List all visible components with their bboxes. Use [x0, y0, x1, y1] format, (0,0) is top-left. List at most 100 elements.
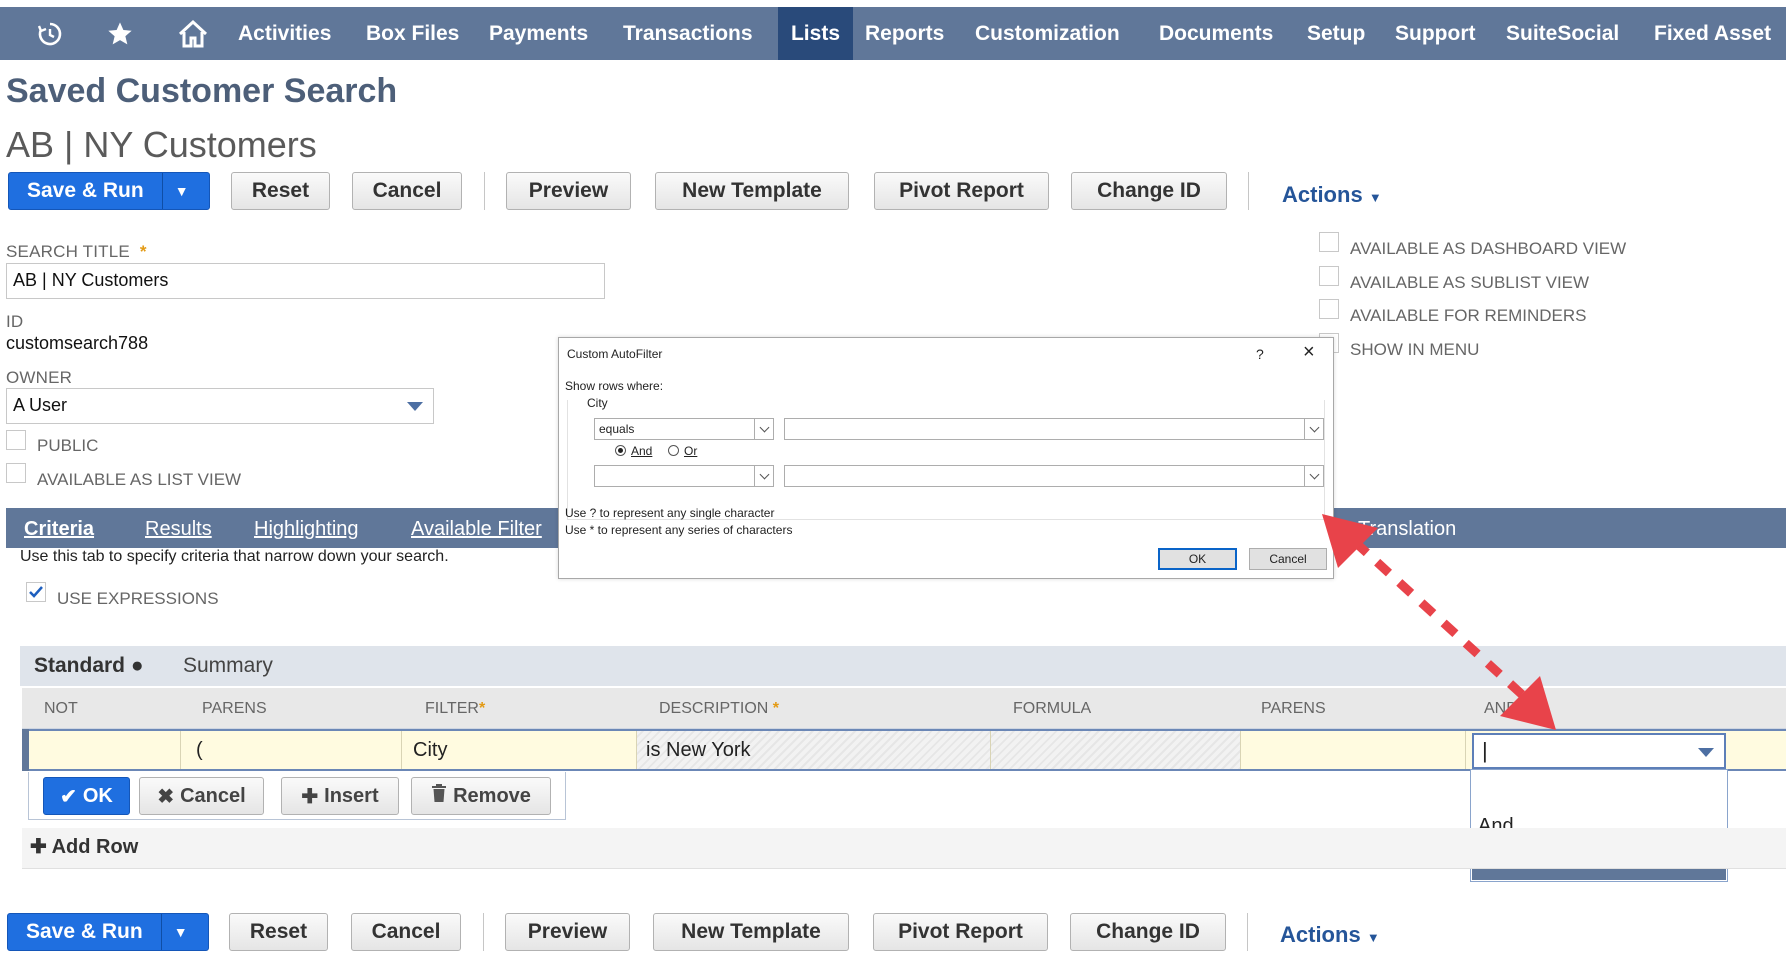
col-filter-label: FILTER	[425, 700, 479, 717]
row-remove-button[interactable]: Remove	[411, 777, 551, 815]
cell-description[interactable]: is New York	[646, 729, 751, 771]
reset-button-bottom[interactable]: Reset	[229, 913, 328, 951]
search-title-label: SEARCH TITLE *	[6, 242, 147, 262]
dashboard-view-label: AVAILABLE AS DASHBOARD VIEW	[1350, 239, 1627, 258]
public-label: PUBLIC	[37, 436, 99, 455]
row-remove-label: Remove	[453, 784, 531, 807]
subtab-standard[interactable]: Standard ●	[34, 646, 144, 686]
add-row-button[interactable]: ✚ Add Row	[30, 834, 138, 859]
search-title-input[interactable]: AB | NY Customers	[6, 263, 605, 299]
pivot-report-button[interactable]: Pivot Report	[874, 172, 1049, 210]
preview-button[interactable]: Preview	[506, 172, 631, 210]
sublist-view-checkbox[interactable]	[1319, 266, 1339, 286]
subtab-summary[interactable]: Summary	[183, 646, 273, 686]
or-radio[interactable]	[668, 445, 679, 456]
cancel-button-bottom[interactable]: Cancel	[351, 913, 461, 951]
dashboard-view-checkbox[interactable]	[1319, 232, 1339, 252]
show-rows-label: Show rows where:	[565, 379, 664, 393]
reminders-label: AVAILABLE FOR REMINDERS	[1350, 306, 1587, 325]
nav-reports[interactable]: Reports	[865, 7, 944, 60]
page-title: Saved Customer Search	[6, 72, 398, 110]
value-input-2[interactable]	[784, 465, 1324, 487]
tab-criteria[interactable]: Criteria	[24, 508, 94, 548]
plus-icon: ✚	[301, 785, 319, 808]
help-icon[interactable]: ?	[1256, 346, 1264, 362]
public-checkbox[interactable]	[6, 430, 26, 450]
owner-select[interactable]: A User	[6, 388, 434, 424]
nav-activities[interactable]: Activities	[238, 7, 331, 60]
nav-box-files[interactable]: Box Files	[366, 7, 459, 60]
add-row-bar	[22, 828, 1786, 869]
operator-select-1[interactable]: equals	[594, 418, 774, 440]
change-id-button-bottom[interactable]: Change ID	[1070, 913, 1226, 951]
save-run-button[interactable]: Save & Run ▼	[8, 172, 210, 210]
row-cancel-label: Cancel	[180, 784, 246, 807]
tab-available-filters[interactable]: Available Filter	[411, 508, 542, 548]
cell-filter[interactable]: City	[413, 729, 447, 771]
search-title-label-text: SEARCH TITLE	[6, 242, 130, 261]
toolbar-divider	[483, 913, 484, 951]
required-asterisk: *	[134, 242, 147, 261]
col-description-label: DESCRIPTION	[659, 700, 769, 717]
toolbar-divider	[1248, 172, 1249, 210]
actions-menu[interactable]: Actions ▼	[1282, 182, 1382, 208]
col-not: NOT	[44, 700, 78, 717]
save-run-button-bottom[interactable]: Save & Run ▼	[7, 913, 209, 951]
operator-select-2[interactable]	[594, 465, 774, 487]
star-icon[interactable]	[100, 7, 140, 60]
cancel-button[interactable]: Cancel	[352, 172, 462, 210]
tab-results[interactable]: Results	[145, 508, 212, 548]
cell-not[interactable]	[30, 729, 180, 771]
cell-divider	[1240, 731, 1241, 769]
row-cancel-button[interactable]: ✖ Cancel	[139, 777, 264, 815]
reset-button[interactable]: Reset	[231, 172, 330, 210]
option-blank[interactable]	[1472, 771, 1726, 807]
nav-transactions[interactable]: Transactions	[623, 7, 753, 60]
nav-suitesocial[interactable]: SuiteSocial	[1506, 7, 1619, 60]
caret-down-icon[interactable]: ▼	[160, 914, 200, 950]
list-view-checkbox[interactable]	[6, 463, 26, 483]
cell-divider	[990, 731, 991, 769]
toolbar-divider	[484, 172, 485, 210]
cell-parens-open[interactable]: (	[196, 729, 203, 771]
tab-hint: Use this tab to specify criteria that na…	[20, 548, 449, 565]
home-icon[interactable]	[172, 7, 214, 60]
id-value: customsearch788	[6, 333, 149, 353]
col-formula: FORMULA	[1013, 700, 1092, 717]
tab-highlighting[interactable]: Highlighting	[254, 508, 359, 548]
subtab-standard-label: Standard	[34, 654, 126, 677]
and-radio[interactable]	[615, 445, 626, 456]
value-input-1[interactable]	[784, 418, 1324, 440]
nav-documents[interactable]: Documents	[1159, 7, 1273, 60]
new-template-button[interactable]: New Template	[655, 172, 849, 210]
chevron-down-icon	[1304, 419, 1323, 439]
nav-customization[interactable]: Customization	[975, 7, 1120, 60]
caret-down-icon: ▼	[1366, 930, 1380, 945]
reminders-checkbox[interactable]	[1319, 299, 1339, 319]
pivot-report-button-bottom[interactable]: Pivot Report	[873, 913, 1048, 951]
caret-down-icon[interactable]: ▼	[161, 173, 201, 209]
nav-fixed-asset[interactable]: Fixed Asset	[1654, 7, 1771, 60]
new-template-button-bottom[interactable]: New Template	[653, 913, 849, 951]
preview-button-bottom[interactable]: Preview	[505, 913, 630, 951]
nav-lists[interactable]: Lists	[778, 7, 853, 60]
field-name-label: City	[585, 396, 610, 410]
nav-setup[interactable]: Setup	[1307, 7, 1365, 60]
add-row-label: Add Row	[51, 836, 139, 858]
owner-value: A User	[13, 395, 68, 415]
actions-menu-bottom[interactable]: Actions ▼	[1280, 922, 1380, 948]
change-id-button[interactable]: Change ID	[1071, 172, 1227, 210]
top-navigation: Activities Box Files Payments Transactio…	[0, 7, 1786, 60]
row-insert-label: Insert	[324, 784, 379, 807]
use-expressions-checkbox[interactable]	[26, 582, 46, 602]
operator-1-value: equals	[599, 422, 635, 436]
nav-payments[interactable]: Payments	[489, 7, 588, 60]
dialog-ok-button[interactable]: OK	[1158, 548, 1237, 570]
save-run-label: Save & Run	[27, 179, 144, 202]
toolbar-divider	[1247, 913, 1248, 951]
recent-history-icon[interactable]	[30, 7, 70, 60]
row-ok-button[interactable]: ✔ OK	[43, 777, 130, 815]
close-icon[interactable]: ×	[1303, 341, 1315, 364]
nav-support[interactable]: Support	[1395, 7, 1475, 60]
row-insert-button[interactable]: ✚ Insert	[281, 777, 399, 815]
